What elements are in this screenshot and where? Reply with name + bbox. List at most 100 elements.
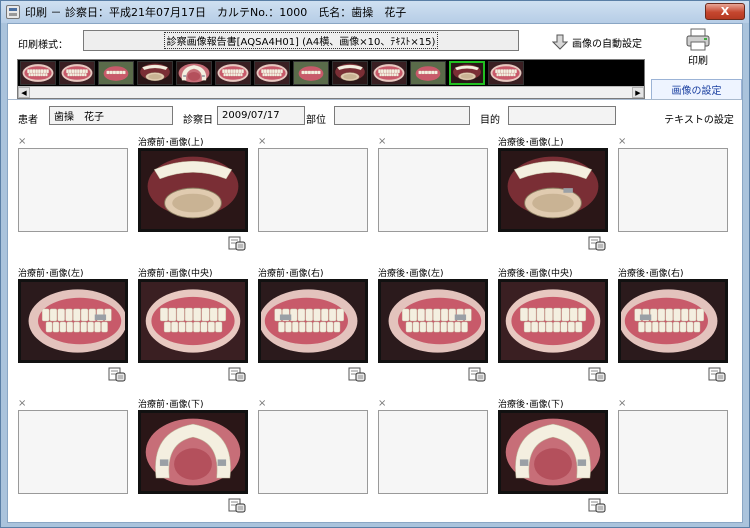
dental-photo[interactable] [498,279,608,363]
image-edit-icon[interactable] [108,366,126,382]
slot-label: 治療前･画像(左) [18,268,84,279]
empty-image-frame[interactable] [18,410,128,494]
purpose-label: 目的 [480,115,500,126]
image-slot[interactable]: × [258,134,370,232]
empty-slot-mark: × [258,135,267,147]
image-slot[interactable]: 治療後･画像(上) [498,134,610,251]
dental-photo[interactable] [138,410,248,494]
app-icon [6,5,20,19]
image-slot[interactable]: 治療前･画像(右) [258,265,370,382]
empty-image-frame[interactable] [618,148,728,232]
image-slot[interactable]: × [378,396,490,494]
dental-photo[interactable] [258,279,368,363]
image-slot[interactable]: 治療前･画像(左) [18,265,130,382]
image-slot[interactable]: 治療後･画像(左) [378,265,490,382]
empty-image-frame[interactable] [258,410,368,494]
image-slot[interactable]: × [618,396,730,494]
slot-label: 治療前･画像(下) [138,399,204,410]
close-button[interactable]: X [705,3,745,20]
slot-label: 治療後･画像(上) [498,137,564,148]
tab-text-settings[interactable]: テキストの設定 [654,109,744,127]
print-style-label: 印刷様式： [18,40,68,51]
dental-photo[interactable] [138,148,248,232]
arrow-down-icon [552,34,568,50]
image-slot[interactable]: 治療前･画像(上) [138,134,250,251]
window-title: 印刷 － 診察日：平成21年07月17日 カルテNo.：1000 氏名：歯操 花… [25,6,407,19]
thumbnail-item[interactable] [176,61,212,85]
image-slot[interactable]: × [378,134,490,232]
slot-label: 治療前･画像(右) [258,268,324,279]
image-slot[interactable]: × [18,134,130,232]
image-slot[interactable]: 治療後･画像(下) [498,396,610,513]
empty-image-frame[interactable] [378,410,488,494]
image-slot[interactable]: 治療前･画像(下) [138,396,250,513]
image-edit-icon[interactable] [588,235,606,251]
image-slot[interactable]: × [258,396,370,494]
thumbnail-scrollbar[interactable]: ◀ ▶ [18,86,644,98]
empty-image-frame[interactable] [18,148,128,232]
empty-slot-mark: × [258,397,267,409]
thumbnail-item[interactable] [59,61,95,85]
print-dialog-body: 印刷様式： 診察画像報告書[AQSA4H01] (A4横、画像×10、ﾃｷｽﾄ×… [7,23,743,523]
empty-image-frame[interactable] [378,148,488,232]
thumbnail-item[interactable] [488,61,524,85]
patient-label: 患者 [18,115,38,126]
empty-slot-mark: × [18,135,27,147]
purpose-field[interactable] [508,106,616,125]
auto-set-label: 画像の自動設定 [572,38,642,50]
empty-slot-mark: × [618,397,627,409]
dental-photo[interactable] [138,279,248,363]
empty-slot-mark: × [18,397,27,409]
thumbnail-item[interactable] [20,61,56,85]
image-slot[interactable]: 治療前･画像(中央) [138,265,250,382]
image-slot[interactable]: × [618,134,730,232]
tab-image-settings[interactable]: 画像の設定 [651,79,742,99]
thumbnail-strip: ◀ ▶ [17,59,645,99]
print-label: 印刷 [688,56,708,67]
image-slot[interactable]: × [18,396,130,494]
dental-photo[interactable] [498,410,608,494]
scroll-left-icon[interactable]: ◀ [18,87,30,98]
exam-date-label: 診察日 [183,115,213,126]
thumbnail-item[interactable] [449,61,485,85]
image-edit-icon[interactable] [708,366,726,382]
dental-photo[interactable] [378,279,488,363]
auto-set-images-button[interactable]: 画像の自動設定 [552,34,642,50]
image-edit-icon[interactable] [588,497,606,513]
image-slot[interactable]: 治療後･画像(中央) [498,265,610,382]
print-window: 印刷 － 診察日：平成21年07月17日 カルテNo.：1000 氏名：歯操 花… [0,0,750,528]
slot-label: 治療前･画像(中央) [138,268,213,279]
dental-photo[interactable] [618,279,728,363]
thumbnail-item[interactable] [254,61,290,85]
thumbnail-item[interactable] [410,61,446,85]
empty-slot-mark: × [378,135,387,147]
image-slot[interactable]: 治療後･画像(右) [618,265,730,382]
slot-label: 治療後･画像(右) [618,268,684,279]
print-button[interactable]: 印刷 [680,28,716,68]
slot-label: 治療前･画像(上) [138,137,204,148]
empty-slot-mark: × [378,397,387,409]
empty-image-frame[interactable] [618,410,728,494]
empty-image-frame[interactable] [258,148,368,232]
patient-name-field[interactable]: 歯操 花子 [49,106,173,125]
image-edit-icon[interactable] [228,366,246,382]
part-label: 部位 [306,115,326,126]
image-edit-icon[interactable] [588,366,606,382]
image-edit-icon[interactable] [228,497,246,513]
print-style-field[interactable]: 診察画像報告書[AQSA4H01] (A4横、画像×10、ﾃｷｽﾄ×15) [83,30,519,51]
title-bar[interactable]: 印刷 － 診察日：平成21年07月17日 カルテNo.：1000 氏名：歯操 花… [1,1,749,23]
image-edit-icon[interactable] [228,235,246,251]
thumbnail-item[interactable] [371,61,407,85]
thumbnail-item[interactable] [137,61,173,85]
thumbnail-item[interactable] [332,61,368,85]
scroll-right-icon[interactable]: ▶ [632,87,644,98]
thumbnail-item[interactable] [215,61,251,85]
image-edit-icon[interactable] [348,366,366,382]
thumbnail-item[interactable] [293,61,329,85]
thumbnail-item[interactable] [98,61,134,85]
dental-photo[interactable] [498,148,608,232]
part-field[interactable] [334,106,470,125]
image-edit-icon[interactable] [468,366,486,382]
dental-photo[interactable] [18,279,128,363]
exam-date-field[interactable]: 2009/07/17 [217,106,305,125]
